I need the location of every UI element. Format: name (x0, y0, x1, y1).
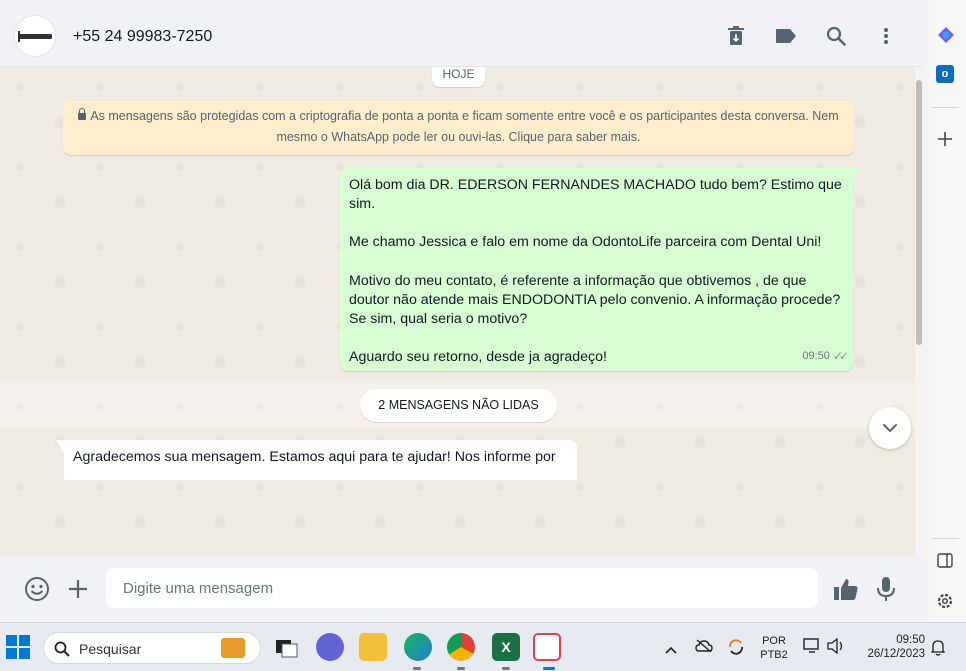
file-explorer-icon[interactable] (359, 633, 387, 661)
taskbar-search[interactable]: Pesquisar (43, 632, 261, 664)
attach-icon[interactable] (65, 576, 91, 602)
chevron-up-icon[interactable] (665, 641, 677, 659)
sidebar-toggle-icon[interactable] (937, 553, 953, 568)
active-indicator (457, 667, 465, 670)
chevron-down-icon (883, 424, 897, 433)
incoming-text: Agradecemos sua mensagem. Estamos aqui p… (73, 449, 556, 465)
onedrive-icon[interactable] (695, 639, 713, 658)
task-view-icon[interactable] (273, 633, 301, 661)
sidebar-divider (931, 538, 959, 539)
contact-avatar[interactable] (14, 15, 56, 57)
snipping-tool-icon[interactable] (533, 633, 561, 661)
menu-icon[interactable] (875, 25, 897, 47)
emoji-icon[interactable] (24, 576, 50, 602)
keyboard-layout: PTB2 (760, 649, 788, 661)
whatsapp-window: +55 24 99983-7250 HOJE As mensagens são … (0, 0, 923, 622)
incoming-message[interactable]: Agradecemos sua mensagem. Estamos aqui p… (64, 440, 577, 480)
logo-icon (18, 30, 52, 42)
sidebar-divider (931, 107, 959, 108)
clock[interactable]: 09:50 26/12/2023 (857, 633, 925, 661)
edge-icon[interactable] (404, 633, 432, 661)
search-icon (54, 641, 70, 657)
label-icon[interactable] (775, 25, 797, 47)
clock-date: 26/12/2023 (867, 648, 925, 660)
like-icon[interactable] (833, 576, 859, 602)
teams-chat-icon[interactable] (316, 633, 344, 661)
search-placeholder: Pesquisar (79, 641, 142, 657)
network-icon[interactable] (803, 638, 821, 659)
encryption-notice[interactable]: As mensagens são protegidas com a cripto… (63, 101, 854, 155)
clock-time: 09:50 (896, 634, 925, 646)
contact-name[interactable]: +55 24 99983-7250 (73, 28, 212, 46)
settings-icon[interactable] (936, 592, 954, 610)
search-icon[interactable] (825, 25, 847, 47)
volume-icon[interactable] (827, 637, 845, 659)
composer-bar (0, 556, 923, 622)
lock-icon (78, 108, 87, 120)
add-icon[interactable] (937, 131, 953, 147)
message-input[interactable] (106, 568, 818, 608)
right-sidebar: o (929, 0, 966, 622)
briefcase-icon (221, 638, 245, 658)
copilot-icon[interactable] (937, 26, 955, 44)
windows-start-icon[interactable] (6, 635, 30, 659)
notification-bell-icon[interactable] (930, 638, 946, 661)
unread-banner: 2 MENSAGENS NÃO LIDAS (360, 389, 557, 422)
message-paragraph: Olá bom dia DR. EDERSON FERNANDES MACHAD… (349, 177, 842, 213)
delete-icon[interactable] (725, 25, 747, 47)
outgoing-message[interactable]: Olá bom dia DR. EDERSON FERNANDES MACHAD… (340, 168, 861, 371)
message-paragraph: Motivo do meu contato, é referente a inf… (349, 272, 841, 328)
active-indicator (543, 667, 555, 670)
sync-icon[interactable] (727, 638, 745, 661)
date-chip: HOJE (432, 67, 485, 87)
message-meta: 09:50 ✓✓ (802, 347, 849, 366)
message-tail (56, 440, 64, 453)
mic-icon[interactable] (873, 576, 899, 602)
outlook-icon[interactable]: o (936, 65, 954, 83)
message-paragraph: Aguardo seu retorno, desde ja agradeço! (349, 349, 607, 366)
excel-icon[interactable]: X (492, 633, 520, 661)
language-code: POR (762, 635, 786, 647)
chat-header: +55 24 99983-7250 (0, 0, 923, 67)
active-indicator (413, 667, 421, 670)
chrome-icon[interactable] (447, 633, 475, 661)
scroll-down-button[interactable] (869, 407, 911, 449)
windows-taskbar: Pesquisar X POR PTB2 09:50 26/12/2023 (0, 622, 966, 671)
encryption-text: As mensagens são protegidas com a cripto… (90, 109, 839, 144)
chat-panel: HOJE As mensagens são protegidas com a c… (0, 67, 915, 556)
double-check-icon: ✓✓ (832, 348, 849, 363)
message-paragraph: Me chamo Jessica e falo em nome da Odont… (349, 234, 822, 251)
scrollbar-thumb[interactable] (916, 80, 922, 345)
active-indicator (502, 667, 510, 670)
message-time: 09:50 (802, 349, 830, 362)
language-indicator[interactable]: POR PTB2 (757, 634, 791, 662)
